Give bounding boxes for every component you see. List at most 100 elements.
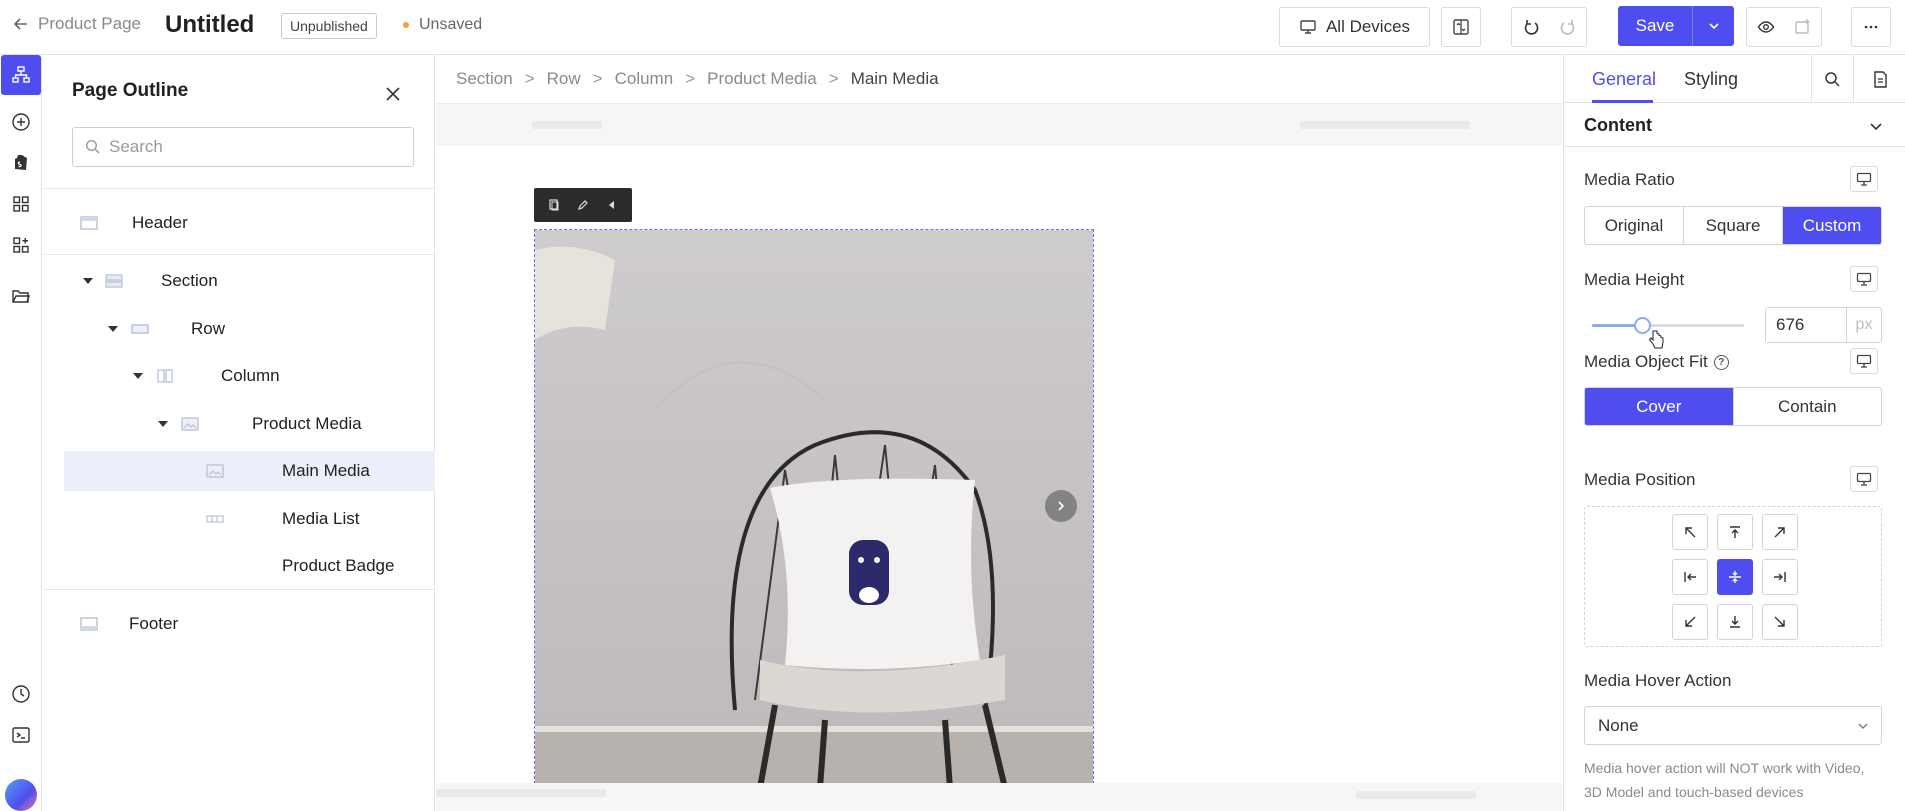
edit-pen-icon[interactable] <box>577 199 589 211</box>
tree-item-product-media[interactable]: Product Media <box>43 404 435 444</box>
devices-label: All Devices <box>1325 17 1411 36</box>
position-right[interactable] <box>1762 559 1798 595</box>
tree-item-column[interactable]: Column <box>43 356 435 396</box>
breadcrumb-item[interactable]: Section <box>456 69 513 89</box>
help-icon[interactable]: ? <box>1713 354 1729 370</box>
rail-apps[interactable] <box>0 225 42 265</box>
breadcrumb-item[interactable]: Row <box>547 69 581 89</box>
responsive-toggle[interactable] <box>1850 166 1878 192</box>
next-slide-button[interactable] <box>1045 490 1077 522</box>
arrow-top-right-icon <box>1774 527 1785 538</box>
tree-item-row[interactable]: Row <box>43 309 435 349</box>
redo-button[interactable] <box>1549 18 1586 36</box>
rail-code[interactable] <box>0 715 42 755</box>
caret-down-icon[interactable] <box>82 275 94 287</box>
avatar[interactable] <box>5 779 37 811</box>
tree-item-media-list[interactable]: Media List <box>43 499 435 539</box>
ratio-original-option[interactable]: Original <box>1585 207 1684 244</box>
rail-files[interactable] <box>0 276 42 316</box>
fit-cover-option[interactable]: Cover <box>1585 388 1734 425</box>
position-left[interactable] <box>1672 559 1708 595</box>
announcement-strip <box>436 104 1562 146</box>
chevron-down-icon <box>1708 23 1719 30</box>
breadcrumb-item[interactable]: Column <box>615 69 674 89</box>
search-input[interactable] <box>109 137 389 157</box>
position-bottom-left[interactable] <box>1672 604 1708 640</box>
breadcrumb-item[interactable]: Product Media <box>707 69 817 89</box>
chevron-right-icon <box>1058 501 1065 511</box>
tree-item-footer[interactable]: Footer <box>43 604 435 644</box>
caret-down-icon[interactable] <box>157 418 169 430</box>
media-height-slider[interactable] <box>1592 317 1744 334</box>
page-title[interactable]: Untitled <box>165 11 254 39</box>
left-rail <box>0 55 42 811</box>
publish-icon <box>1794 19 1809 34</box>
rail-history[interactable] <box>0 674 42 714</box>
save-button[interactable]: Save <box>1618 6 1693 46</box>
close-icon[interactable] <box>384 85 402 103</box>
position-center[interactable] <box>1717 559 1753 595</box>
caret-down-icon[interactable] <box>132 370 144 382</box>
rail-shopify[interactable] <box>0 143 42 183</box>
outline-title: Page Outline <box>72 80 189 101</box>
undo-button[interactable] <box>1512 18 1549 36</box>
media-position-label: Media Position <box>1584 470 1696 489</box>
copy-icon[interactable] <box>548 199 560 211</box>
compare-button[interactable] <box>1441 7 1481 47</box>
more-options-button[interactable] <box>1851 7 1891 47</box>
media-height-input[interactable] <box>1766 308 1846 342</box>
tree-item-product-badge[interactable]: Product Badge <box>43 546 435 586</box>
rail-add-element[interactable] <box>0 102 42 142</box>
editor-canvas: Section > Row > Column > Product Media >… <box>436 55 1562 811</box>
save-button-group: Save <box>1618 6 1734 46</box>
header-node-icon <box>80 216 98 230</box>
rail-templates[interactable] <box>0 184 42 224</box>
position-top[interactable] <box>1717 514 1753 550</box>
tree-label: Section <box>161 271 218 290</box>
position-bottom-right[interactable] <box>1762 604 1798 640</box>
inspector-doc-button[interactable] <box>1853 55 1905 103</box>
inspector-search-button[interactable] <box>1811 55 1853 103</box>
position-top-right[interactable] <box>1762 514 1798 550</box>
device-selector-button[interactable]: All Devices <box>1279 7 1430 47</box>
undo-redo-group <box>1511 7 1587 47</box>
rail-page-outline[interactable] <box>1 55 41 95</box>
hand-cursor-icon <box>1648 330 1664 349</box>
tab-styling[interactable]: Styling <box>1684 69 1738 90</box>
align-top-icon <box>1730 526 1740 538</box>
grid-icon <box>13 196 29 212</box>
tree-label: Main Media <box>282 461 370 480</box>
responsive-toggle[interactable] <box>1850 466 1878 492</box>
search-icon <box>85 139 100 154</box>
position-bottom[interactable] <box>1717 604 1753 640</box>
tree-label: Column <box>221 366 280 385</box>
preview-button[interactable] <box>1747 18 1784 36</box>
lower-strip <box>436 783 1562 811</box>
main-media-image[interactable] <box>534 229 1094 789</box>
save-options-button[interactable] <box>1693 6 1734 46</box>
ratio-square-option[interactable]: Square <box>1684 207 1783 244</box>
tree-item-section[interactable]: Section <box>43 261 435 301</box>
preview-publish-group <box>1746 7 1822 47</box>
hover-action-value: None <box>1598 715 1639 735</box>
placeholder-text <box>1356 791 1476 799</box>
tree-item-header[interactable]: Header <box>43 203 435 243</box>
tree-label: Media List <box>282 509 360 528</box>
publish-button[interactable] <box>1784 18 1821 36</box>
responsive-toggle[interactable] <box>1850 266 1878 292</box>
align-center-icon <box>1729 571 1741 583</box>
position-top-left[interactable] <box>1672 514 1708 550</box>
tab-general[interactable]: General <box>1592 69 1656 90</box>
monitor-icon <box>1856 472 1872 486</box>
object-fit-label: Media Object Fit <box>1584 352 1708 371</box>
ratio-custom-option[interactable]: Custom <box>1783 207 1881 244</box>
content-section-header[interactable]: Content <box>1564 103 1905 147</box>
tree-item-main-media[interactable]: Main Media <box>64 451 435 491</box>
responsive-toggle[interactable] <box>1850 348 1878 374</box>
fit-contain-option[interactable]: Contain <box>1734 388 1882 425</box>
caret-down-icon[interactable] <box>107 323 119 335</box>
folder-open-icon <box>12 290 30 303</box>
collapse-left-icon[interactable] <box>606 199 618 211</box>
back-to-product-page[interactable]: Product Page <box>12 14 141 34</box>
hover-action-select[interactable]: None <box>1584 706 1882 745</box>
